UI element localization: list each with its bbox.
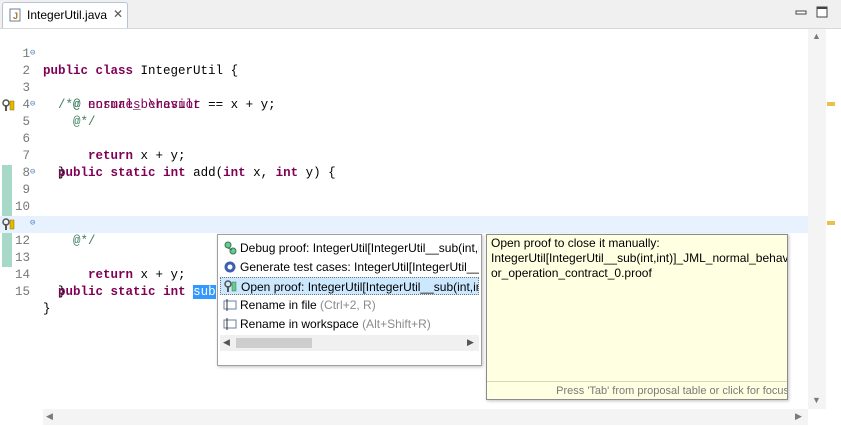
- proposal-popup[interactable]: Debug proof: IntegerUtil[IntegerUtil__su…: [217, 234, 482, 366]
- close-icon[interactable]: ✕: [113, 7, 123, 21]
- overview-ruler-mark[interactable]: [827, 221, 835, 225]
- scroll-up-icon[interactable]: ▲: [812, 31, 821, 41]
- code-text: }: [43, 302, 51, 316]
- tab-integerutil-java[interactable]: J IntegerUtil.java ✕: [2, 2, 128, 28]
- proposal-rename-in-file[interactable]: Rename in file (Ctrl+2, R): [220, 296, 479, 314]
- code-line-3[interactable]: 3 @ ensures \result == x + y;: [0, 63, 808, 112]
- proposal-open-proof[interactable]: Open proof: IntegerUtil[IntegerUtil__sub…: [220, 277, 479, 295]
- proposal-info-popup[interactable]: Open proof to close it manually: Integer…: [486, 234, 788, 400]
- gear-icon: [224, 261, 236, 273]
- scrollbar-thumb[interactable]: [236, 338, 312, 348]
- code-line-9[interactable]: 9 ⊖ /*@ normal_behavior: [0, 165, 808, 232]
- scroll-left-icon[interactable]: ◀: [223, 337, 230, 348]
- code-line-7[interactable]: 7 }: [0, 131, 808, 180]
- java-file-icon: J: [9, 8, 21, 22]
- proposal-generate-test-cases[interactable]: Generate test cases: IntegerUtil[Integer…: [220, 258, 479, 276]
- code-line-6[interactable]: 6 return x + y;: [0, 114, 808, 163]
- scroll-right-icon[interactable]: ▶: [795, 411, 802, 422]
- rename-icon: [223, 318, 237, 330]
- editor-tab-bar: J IntegerUtil.java ✕: [0, 0, 841, 29]
- fold-icon[interactable]: ⊖: [30, 100, 39, 109]
- info-footer[interactable]: Press 'Tab' from proposal table or click…: [487, 381, 788, 399]
- overview-ruler-mark[interactable]: [827, 102, 835, 106]
- info-text-line-2: IntegerUtil[IntegerUtil__sub(int,int)]_J…: [491, 251, 788, 265]
- proof-marker-icon[interactable]: [2, 218, 15, 231]
- code-line-2[interactable]: 2 ⊖ /*@ normal_behavior: [0, 46, 808, 113]
- proposal-rename-in-workspace[interactable]: Rename in workspace (Alt+Shift+R): [220, 315, 479, 333]
- info-text-line-1: Open proof to close it manually:: [491, 236, 660, 250]
- info-footer-text: Press 'Tab' from proposal table or click…: [556, 385, 788, 397]
- rename-icon: [223, 299, 237, 311]
- fold-icon[interactable]: ⊖: [30, 219, 39, 228]
- minimize-icon[interactable]: [795, 6, 807, 18]
- proposal-label: Debug proof: IntegerUtil[IntegerUtil__su…: [240, 241, 479, 255]
- fold-icon[interactable]: ⊖: [30, 168, 39, 177]
- code-line-10[interactable]: 10 @ ensures \result == x - y;: [0, 182, 808, 231]
- maximize-icon[interactable]: [816, 6, 828, 18]
- debug-icon: [224, 241, 237, 255]
- proposal-label: Rename in workspace (Alt+Shift+R): [240, 317, 431, 331]
- horizontal-scrollbar[interactable]: ◀ ▶: [43, 409, 808, 425]
- scroll-left-icon[interactable]: ◀: [46, 411, 53, 422]
- code-line-4[interactable]: 4 @*/: [0, 80, 808, 129]
- proposal-label: Generate test cases: IntegerUtil[Integer…: [240, 260, 479, 274]
- code-line-11[interactable]: 11 @*/: [0, 199, 808, 248]
- proof-marker-icon[interactable]: [2, 99, 15, 112]
- vertical-scrollbar[interactable]: ▲ ▼: [808, 29, 826, 409]
- proposal-label: Open proof: IntegerUtil[IntegerUtil__sub…: [241, 280, 479, 294]
- code-line-5[interactable]: 5 ⊖ public static int add(int x, int y) …: [0, 97, 808, 180]
- fold-icon[interactable]: ⊖: [30, 49, 39, 58]
- code-line-12[interactable]: 12 ⊖ public static int sub(int x, int y)…: [0, 216, 808, 299]
- scroll-right-icon[interactable]: ▶: [467, 337, 474, 348]
- tab-title: IntegerUtil.java: [27, 8, 108, 22]
- svg-text:J: J: [13, 11, 18, 21]
- code-text: }: [43, 285, 66, 299]
- proposal-debug-proof[interactable]: Debug proof: IntegerUtil[IntegerUtil__su…: [220, 239, 479, 257]
- line-number: 15: [14, 285, 30, 299]
- scroll-down-icon[interactable]: ▼: [812, 395, 821, 405]
- code-line-1[interactable]: 1 public class IntegerUtil {: [0, 29, 808, 78]
- proposal-label: Rename in file (Ctrl+2, R): [240, 298, 376, 312]
- proposal-horizontal-scrollbar[interactable]: ◀ ▶: [220, 335, 479, 351]
- info-text-line-3: or_operation_contract_0.proof: [491, 266, 652, 280]
- code-line-8[interactable]: 8: [0, 148, 808, 180]
- key-proof-icon: [224, 280, 237, 292]
